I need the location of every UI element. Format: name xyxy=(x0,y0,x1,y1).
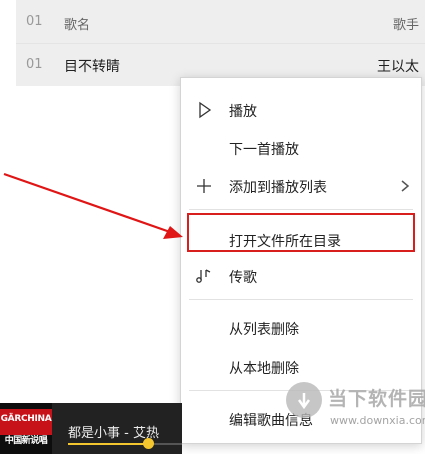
watermark-url: www.downxia.com xyxy=(330,414,425,427)
progress-knob[interactable] xyxy=(143,438,154,449)
album-text-line1: GÄRCHINA xyxy=(0,414,52,424)
album-text-line2: 中国新说唱 xyxy=(4,436,48,446)
watermark-logo-icon xyxy=(286,382,322,418)
album-cover[interactable]: GÄRCHINA 中国新说唱 xyxy=(0,403,52,454)
progress-fill xyxy=(68,443,148,445)
watermark-title: 当下软件园 xyxy=(328,388,425,410)
player-bar: GÄRCHINA 中国新说唱 都是小事 - 艾热 xyxy=(0,403,182,454)
